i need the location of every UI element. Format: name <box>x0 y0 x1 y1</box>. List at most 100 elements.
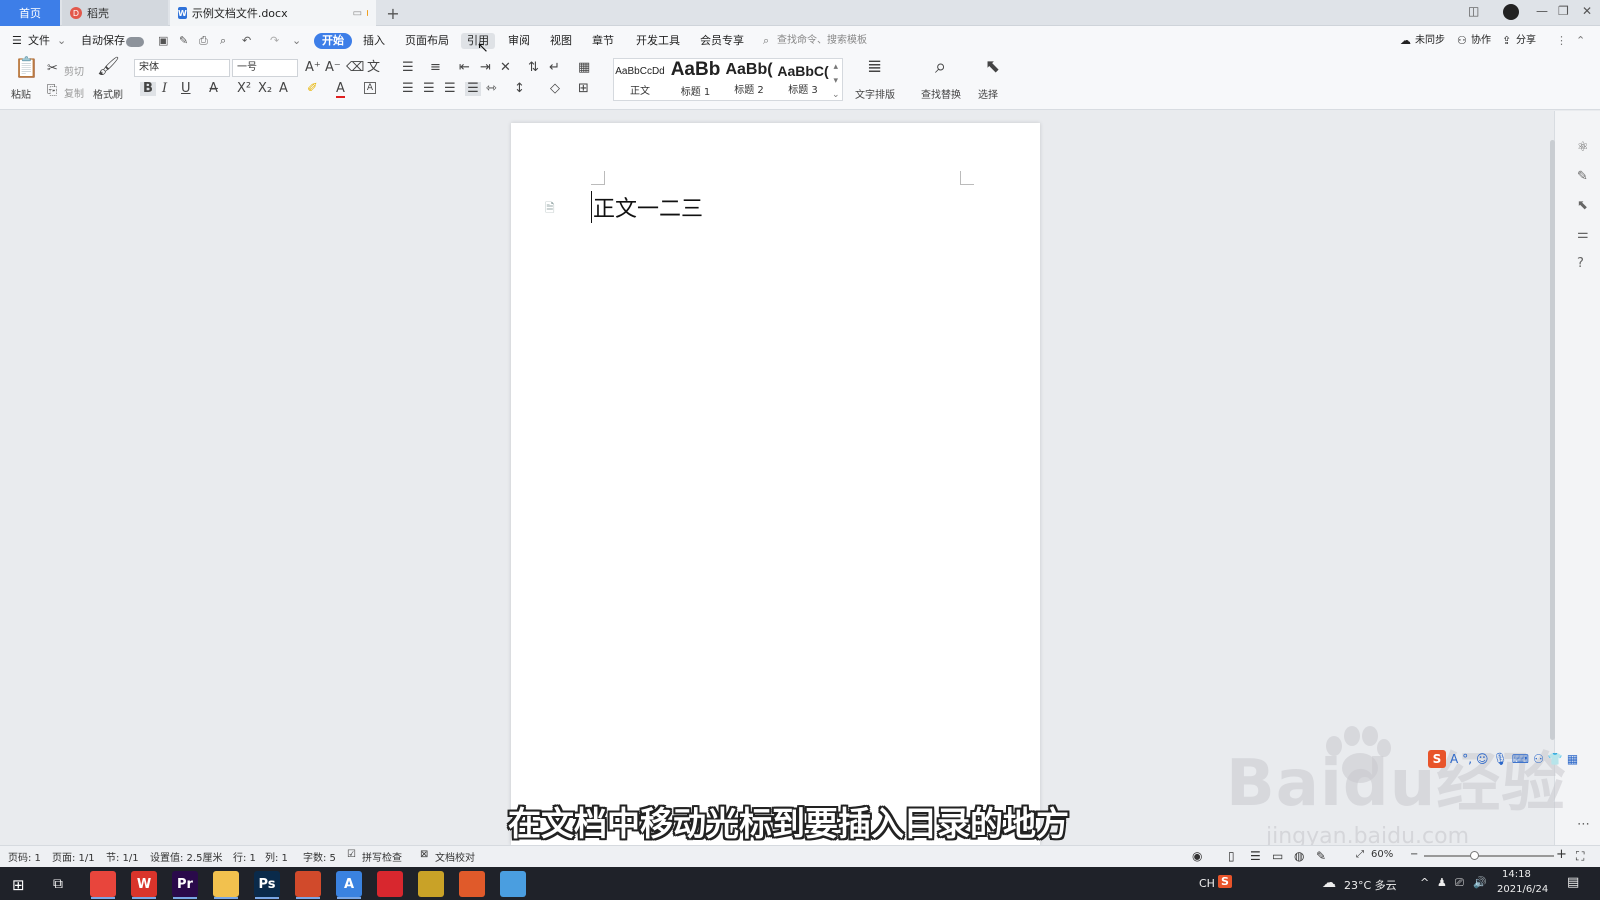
borders-icon[interactable]: ⊞ <box>578 82 589 96</box>
char-border-icon[interactable]: A <box>364 82 376 94</box>
network-icon[interactable]: ⎚ <box>1455 876 1464 890</box>
pinyin-guide-icon[interactable]: 文 <box>367 61 380 75</box>
monitor-icon[interactable]: ▭ <box>353 8 362 19</box>
subscript-icon[interactable]: X₂ <box>258 82 272 96</box>
hamburger-menu-icon[interactable]: ☰ <box>12 33 22 49</box>
folder-icon[interactable] <box>213 871 239 897</box>
tab-home[interactable]: 首页 <box>0 0 60 26</box>
clock-time[interactable]: 14:18 <box>1502 869 1531 880</box>
notification-icon[interactable]: ▤ <box>1567 875 1579 890</box>
align-left-icon[interactable]: ☰ <box>402 82 414 96</box>
justify-icon[interactable]: ☰ <box>465 82 481 96</box>
align-right-icon[interactable]: ☰ <box>444 82 456 96</box>
volume-icon[interactable]: 🔊 <box>1473 876 1487 889</box>
zoom-slider[interactable] <box>1424 855 1554 857</box>
chevron-down-icon[interactable]: ⌄ <box>57 33 66 49</box>
font-color-icon[interactable]: A <box>336 82 345 98</box>
paragraph-mark-icon[interactable]: ↵ <box>549 61 560 75</box>
more-pane-icon[interactable]: ⋯ <box>1577 817 1590 832</box>
copy-button[interactable]: 复制 <box>64 85 84 100</box>
line-spacing-icon[interactable]: ↕ <box>514 82 525 96</box>
status-setting[interactable]: 设置值: 2.5厘米 <box>150 849 222 864</box>
distribute-icon[interactable]: ⇿ <box>486 82 497 96</box>
paragraph-handle-icon[interactable]: 🗎 <box>545 199 555 220</box>
select-pane-icon[interactable]: ⬉ <box>1577 198 1588 213</box>
bold-icon[interactable]: B <box>140 82 156 96</box>
sogou-tray-icon[interactable]: S <box>1218 875 1232 888</box>
sogou-ime-icon[interactable]: S <box>1428 750 1446 768</box>
redo-icon[interactable]: ↷ <box>270 33 279 49</box>
autosave-toggle[interactable] <box>126 37 144 47</box>
ime-skin-icon[interactable]: 👕 <box>1548 752 1563 766</box>
gallery-scroll-icon[interactable]: ▴ ▾ ⌄ <box>832 60 840 102</box>
wps-icon[interactable]: W <box>131 871 157 897</box>
fullscreen-icon[interactable]: ⛶ <box>1576 849 1584 864</box>
undo-icon[interactable]: ↶ <box>242 33 251 49</box>
font-size-select[interactable]: 一号 <box>232 59 298 77</box>
align-center-icon[interactable]: ☰ <box>423 82 435 96</box>
zoom-in-icon[interactable]: + <box>1556 847 1567 862</box>
edit-pane-icon[interactable]: ✎ <box>1577 169 1588 184</box>
paste-button[interactable]: 粘贴 <box>11 86 31 101</box>
ime-punct-icon[interactable]: °, <box>1462 752 1472 766</box>
more-options-icon[interactable]: ⋮ <box>1556 33 1567 49</box>
ime-keyboard-icon[interactable]: ⌨ <box>1512 752 1529 766</box>
show-hidden-icons[interactable]: ^ <box>1420 876 1429 889</box>
windows-start-icon[interactable]: ⊞ <box>12 876 25 894</box>
select-button[interactable]: 选择 <box>978 86 998 101</box>
numbered-list-icon[interactable]: ≡ <box>430 61 441 75</box>
cut-button[interactable]: 剪切 <box>64 63 84 78</box>
style-heading-2[interactable]: AaBb( 标题 2 <box>723 59 775 100</box>
style-pane-icon[interactable]: ⚛ <box>1577 140 1589 155</box>
zoom-slider-thumb[interactable] <box>1470 851 1479 860</box>
save-icon[interactable]: ▣ <box>158 33 168 49</box>
find-replace-button[interactable]: 查找替换 <box>921 86 961 101</box>
superscript-icon[interactable]: X² <box>237 82 251 96</box>
document-body-text[interactable]: 正文一二三 <box>591 191 703 223</box>
decrease-indent-icon[interactable]: ⇤ <box>459 61 470 75</box>
collab-button[interactable]: 协作 <box>1471 33 1491 49</box>
app-a-icon[interactable]: A <box>336 871 362 897</box>
shading-icon[interactable]: ◇ <box>550 82 560 96</box>
tab-view[interactable]: 视图 <box>550 33 572 49</box>
premiere-icon[interactable]: Pr <box>172 871 198 897</box>
vertical-scrollbar[interactable] <box>1550 140 1555 740</box>
command-search-input[interactable]: 查找命令、搜索模板 <box>777 33 867 49</box>
strikethrough-icon[interactable]: A̶ <box>209 82 218 96</box>
write-view-icon[interactable]: ✎ <box>1316 849 1326 863</box>
tab-developer[interactable]: 开发工具 <box>636 33 680 49</box>
ime-user-icon[interactable]: ⚇ <box>1533 752 1544 766</box>
print-icon[interactable]: ⎙ <box>199 33 208 49</box>
status-pages[interactable]: 页面: 1/1 <box>52 849 95 864</box>
bullet-list-icon[interactable]: ☰ <box>402 61 414 75</box>
style-heading-3[interactable]: AaBbC( 标题 3 <box>777 59 829 100</box>
browser-icon[interactable] <box>500 871 526 897</box>
fit-page-icon[interactable]: ⤢ <box>1356 849 1364 860</box>
task-view-icon[interactable]: ⧉ <box>53 876 63 892</box>
sort-icon[interactable]: ⇅ <box>528 61 539 75</box>
ime-indicator[interactable]: CH <box>1199 877 1215 890</box>
style-normal[interactable]: AaBbCcDd 正文 <box>614 59 666 100</box>
ime-emoji-icon[interactable]: ☺ <box>1476 752 1489 766</box>
layout-toggle-icon[interactable]: ◫ <box>1468 4 1479 18</box>
wps-office-icon[interactable] <box>459 871 485 897</box>
sync-status[interactable]: 未同步 <box>1415 33 1445 49</box>
chinese-layout-icon[interactable]: ✕ <box>500 61 511 75</box>
tab-member[interactable]: 会员专享 <box>700 33 744 49</box>
table-grid-icon[interactable]: ▦ <box>578 61 590 75</box>
netease-music-icon[interactable] <box>377 871 403 897</box>
format-painter-button[interactable]: 格式刷 <box>93 86 123 101</box>
status-col[interactable]: 列: 1 <box>265 849 288 864</box>
print-preview-icon[interactable]: ⌕ <box>220 33 226 49</box>
tab-insert[interactable]: 插入 <box>363 33 385 49</box>
zoom-out-icon[interactable]: − <box>1410 849 1418 860</box>
ime-menu-icon[interactable]: ▦ <box>1567 752 1578 766</box>
collapse-ribbon-icon[interactable]: ⌃ <box>1576 33 1585 49</box>
zoom-level[interactable]: 60% <box>1371 849 1393 860</box>
share-button[interactable]: 分享 <box>1516 33 1536 49</box>
qq-tray-icon[interactable]: ♟ <box>1437 876 1447 889</box>
tab-review[interactable]: 审阅 <box>508 33 530 49</box>
italic-icon[interactable]: I <box>162 82 167 96</box>
document-page[interactable] <box>511 123 1040 845</box>
close-icon[interactable]: ✕ <box>1582 4 1592 18</box>
